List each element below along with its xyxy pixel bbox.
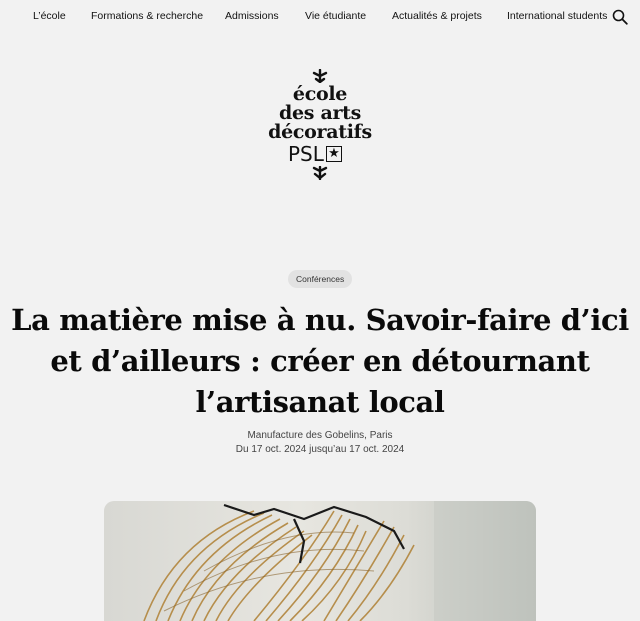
nav-item-actualites-projets[interactable]: Actualités & projets [392, 10, 482, 22]
logo-line-ecole: école [292, 83, 348, 105]
category-badge[interactable]: Conférences [288, 270, 353, 288]
nav-item-international-students[interactable]: International students [507, 10, 607, 22]
logo-line-des-arts: des arts [278, 102, 362, 124]
nav-item-ecole[interactable]: L’école [33, 10, 66, 22]
nav-item-admissions[interactable]: Admissions [225, 10, 279, 22]
ornament-bottom-icon [312, 166, 328, 180]
star-icon: ★ [325, 145, 342, 162]
logo-line-decoratifs: décoratifs [268, 121, 372, 143]
logo-psl: PSL ★ [288, 142, 342, 166]
hero-image [104, 501, 536, 621]
event-location: Manufacture des Gobelins, Paris [247, 430, 393, 441]
site-logo[interactable]: école des arts décoratifs PSL ★ [250, 66, 390, 184]
event-dates: Du 17 oct. 2024 jusqu’au 17 oct. 2024 [235, 444, 405, 455]
woven-rattan-sculpture-image [143, 501, 536, 621]
event-title: La matière mise à nu. Savoir-faire d’ici… [11, 303, 629, 419]
main-navigation: L’école Formations & recherche Admission… [0, 0, 640, 34]
logo-psl-text: PSL [288, 142, 324, 166]
nav-item-formations-recherche[interactable]: Formations & recherche [91, 10, 203, 22]
search-icon[interactable] [612, 9, 628, 25]
ornament-top-icon [312, 69, 328, 83]
nav-item-vie-etudiante[interactable]: Vie étudiante [305, 10, 366, 22]
